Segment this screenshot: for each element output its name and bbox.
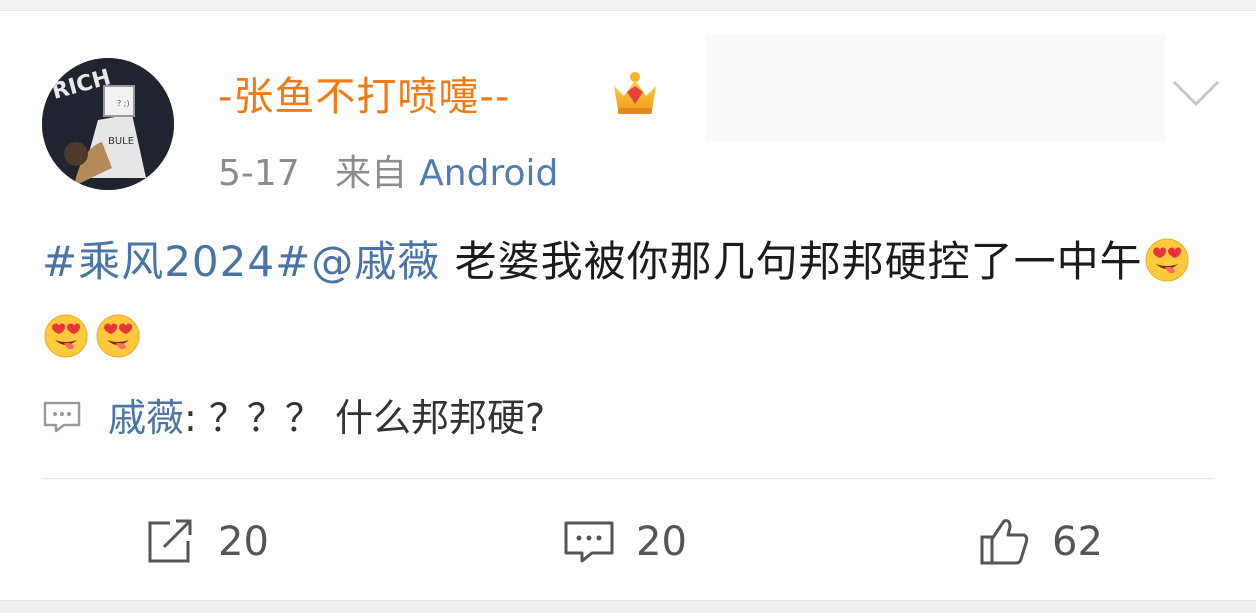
username[interactable]: -张鱼不打喷嚏-- [218, 64, 510, 122]
post-text: 老婆我被你那几句邦邦硬控了一中午 [454, 237, 1143, 286]
heart-eyes-tongue-emoji [96, 314, 140, 358]
repost-icon [148, 519, 192, 563]
comment-bubble-icon [43, 401, 81, 433]
top-separator [0, 0, 1256, 11]
divider [42, 478, 1214, 479]
comment-button[interactable]: 20 [562, 512, 687, 572]
like-count: 62 [1052, 519, 1103, 565]
bottom-separator [0, 600, 1256, 613]
heart-eyes-tongue-emoji [1145, 238, 1189, 282]
source-prefix: 来自 [335, 153, 408, 194]
crown-icon [614, 72, 656, 114]
mention-link[interactable]: @戚薇 [311, 237, 440, 286]
like-button[interactable]: 62 [978, 512, 1103, 572]
post-source[interactable]: Android [419, 153, 558, 194]
comment-icon [564, 521, 614, 563]
avatar[interactable]: RICH ? ;) BULE [42, 58, 174, 190]
svg-text:? ;): ? ;) [117, 99, 130, 108]
comment-text: ？？？ 什么邦邦硬? [208, 396, 546, 440]
comment-colon: : [184, 396, 197, 440]
heart-eyes-tongue-emoji [44, 314, 88, 358]
topic-link[interactable]: #乘风2024# [42, 237, 311, 286]
thumbs-up-icon [980, 519, 1029, 565]
chevron-down-icon[interactable] [1170, 76, 1222, 110]
comment-count: 20 [636, 519, 687, 565]
blurred-area [705, 34, 1165, 142]
svg-text:BULE: BULE [108, 136, 134, 147]
post-content: #乘风2024#@戚薇 老婆我被你那几句邦邦硬控了一中午 [42, 224, 1222, 376]
post-meta: 5-17 来自 Android [218, 144, 582, 196]
comment-text-block: 戚薇: ？？？ 什么邦邦硬? [108, 388, 545, 448]
post-date: 5-17 [218, 153, 300, 194]
repost-button[interactable]: 20 [144, 512, 269, 572]
avatar-image: RICH ? ;) BULE [42, 58, 174, 190]
comment-username[interactable]: 戚薇 [108, 396, 184, 440]
repost-count: 20 [218, 519, 269, 565]
